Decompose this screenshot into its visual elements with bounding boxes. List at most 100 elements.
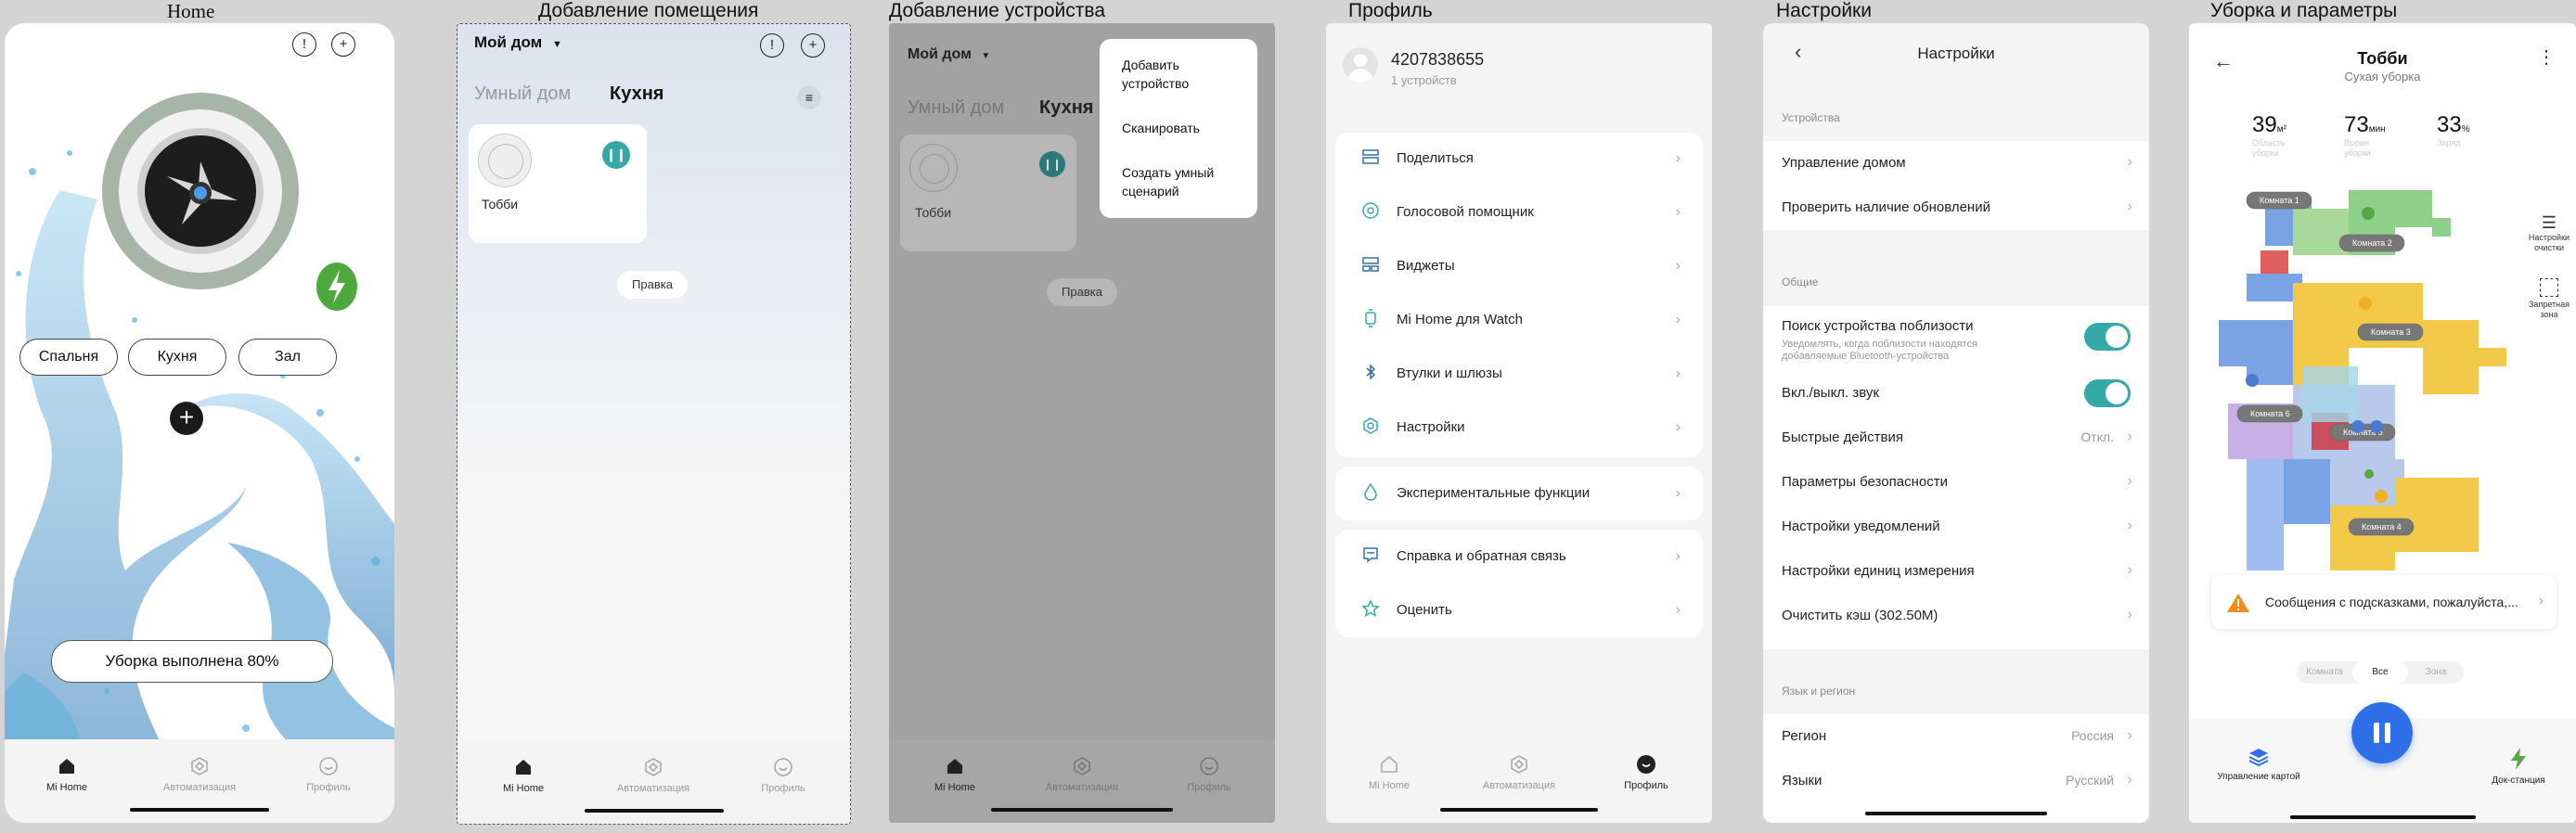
nav-label: Автоматизация (162, 782, 237, 793)
mode-subtitle: Сухая уборка (2344, 70, 2421, 83)
row-security[interactable]: Параметры безопасности › (1763, 460, 2149, 505)
menu-scan[interactable]: Сканировать (1122, 119, 1243, 137)
charge-button[interactable] (316, 263, 357, 311)
row-share[interactable]: Поделиться › (1341, 132, 1697, 186)
pause-button[interactable]: ❙❙ (602, 141, 630, 169)
nav-profile[interactable]: Профиль (287, 756, 370, 793)
no-go-zone-icon (2540, 278, 2558, 297)
map-manage-button[interactable]: Управление картой (2208, 747, 2310, 782)
menu-icon[interactable]: ≡ (797, 85, 821, 109)
avatar[interactable] (1343, 47, 1378, 83)
row-notifications[interactable]: Настройки уведомлений › (1763, 505, 2149, 549)
add-menu: Добавить устройство Сканировать Создать … (1100, 39, 1257, 218)
chevron-right-icon: › (2127, 154, 2132, 170)
row-languages[interactable]: Языки Русский › (1763, 759, 2149, 803)
row-experimental[interactable]: Экспериментальные функции › (1341, 467, 1697, 520)
nav-mi-home[interactable]: Mi Home (1347, 754, 1431, 791)
home-indicator (991, 808, 1173, 812)
nav-automation[interactable]: Автоматизация (612, 757, 695, 794)
tool-no-go-zone[interactable]: Запретная зона (2521, 278, 2576, 320)
row-widgets[interactable]: Виджеты › (1341, 239, 1697, 293)
hint-banner[interactable]: Сообщения с подсказками, пожалуйста,... … (2211, 575, 2557, 629)
room-button-living[interactable]: Зал (238, 339, 337, 376)
tab-smart-home[interactable]: Умный дом (474, 83, 571, 105)
row-help[interactable]: Справка и обратная связь › (1341, 530, 1697, 583)
room-button-kitchen[interactable]: Кухня (128, 339, 226, 376)
home-name: Мой дом (908, 46, 972, 62)
room-button-bedroom[interactable]: Спальня (19, 339, 118, 376)
nav-mi-home[interactable]: Mi Home (25, 756, 109, 793)
feedback-icon (1363, 547, 1378, 563)
nearby-toggle[interactable] (2084, 323, 2131, 351)
row-nearby: Поиск устройства поблизости Уведомлять, … (1763, 306, 2149, 367)
add-icon[interactable]: + (331, 32, 355, 57)
home-indicator (1440, 808, 1598, 812)
home-selector[interactable]: Мой дом ▼ (474, 33, 562, 52)
tab-smart-home[interactable]: Умный дом (908, 97, 1004, 119)
chevron-right-icon: › (1675, 150, 1681, 166)
device-card[interactable]: ❙❙ Тобби (469, 124, 647, 243)
row-units[interactable]: Настройки единиц измерения › (1763, 549, 2149, 594)
home-indicator (1865, 812, 2047, 815)
edit-button[interactable]: Правка (617, 271, 688, 299)
add-icon[interactable]: + (801, 33, 825, 58)
stat-unit: % (2461, 124, 2470, 135)
caption-profile: Профиль (1348, 0, 1433, 21)
dock-button[interactable]: Док-станция (2467, 747, 2570, 786)
row-manage-home[interactable]: Управление домом › (1763, 141, 2149, 186)
nav-automation[interactable]: Автоматизация (1040, 756, 1124, 793)
bottom-nav: Mi Home Автоматизация Профиль (457, 740, 850, 824)
cleaning-screen: ← Тобби Сухая уборка ⋮ 39м² Область убор… (2189, 23, 2576, 823)
menu-add-device[interactable]: Добавить устройство (1122, 56, 1243, 93)
device-card[interactable]: ❙❙ Тобби (900, 135, 1076, 251)
nav-profile[interactable]: Профиль (1167, 756, 1251, 793)
row-description: Уведомлять, когда поблизости находятся д… (1782, 339, 1977, 362)
chevron-right-icon: › (2127, 199, 2132, 214)
caret-down-icon: ▼ (551, 39, 562, 50)
row-label: Проверить наличие обновлений (1782, 199, 1990, 215)
row-region[interactable]: Регион Россия › (1763, 714, 2149, 759)
tab-kitchen[interactable]: Кухня (1039, 97, 1093, 119)
home-indicator (130, 808, 269, 812)
pause-button[interactable] (2351, 702, 2413, 763)
row-rate[interactable]: Оценить › (1341, 583, 1697, 637)
add-room-screen: Мой дом ▼ ! + Умный дом Кухня ≡ ❙❙ Тобби… (457, 23, 851, 825)
info-icon[interactable]: ! (760, 33, 784, 58)
nav-automation[interactable]: Автоматизация (1477, 754, 1561, 791)
stat-unit: м² (2276, 124, 2286, 135)
map-room-label: Комната 6 (2250, 409, 2290, 418)
info-icon[interactable]: ! (292, 32, 316, 57)
tool-cleaning-settings[interactable]: ☰ Настройки очистки (2521, 213, 2576, 253)
row-watch[interactable]: Mi Home для Watch › (1341, 293, 1697, 347)
sound-toggle[interactable] (2084, 379, 2131, 407)
row-quick-actions[interactable]: Быстрые действия Откл. › (1763, 416, 2149, 460)
user-id[interactable]: 4207838655 (1391, 50, 1484, 70)
nav-profile[interactable]: Профиль (1604, 754, 1688, 791)
nav-profile[interactable]: Профиль (741, 757, 825, 794)
row-hubs[interactable]: Втулки и шлюзы › (1341, 347, 1697, 401)
map-room-label: Комната 3 (2371, 327, 2411, 337)
automation-icon (189, 756, 210, 776)
nav-automation[interactable]: Автоматизация (158, 756, 241, 793)
nav-mi-home[interactable]: Mi Home (913, 756, 997, 793)
row-label: Быстрые действия (1782, 429, 1903, 445)
more-icon[interactable]: ⋮ (2537, 48, 2556, 67)
nav-mi-home[interactable]: Mi Home (482, 757, 565, 794)
row-clear-cache[interactable]: Очистить кэш (302.50M) › (1763, 594, 2149, 638)
tab-kitchen[interactable]: Кухня (610, 83, 663, 105)
row-label: Регион (1782, 728, 1827, 744)
home-selector[interactable]: Мой дом ▼ (908, 46, 990, 63)
edit-button[interactable]: Правка (1047, 278, 1117, 306)
add-room-button[interactable]: + (170, 402, 203, 435)
mode-all[interactable]: Все (2352, 661, 2408, 684)
settings-screen: ‹ Настройки Устройства Управление домом ›… (1763, 23, 2149, 823)
pause-button[interactable]: ❙❙ (1039, 151, 1065, 177)
row-voice-assistant[interactable]: Голосовой помощник › (1341, 186, 1697, 239)
mode-room[interactable]: Комната (2297, 667, 2352, 677)
lightning-icon (328, 270, 345, 303)
mode-zone[interactable]: Зона (2408, 667, 2464, 677)
menu-create-scene[interactable]: Создать умный сценарий (1122, 163, 1243, 200)
row-check-updates[interactable]: Проверить наличие обновлений › (1763, 186, 2149, 230)
floor-map[interactable]: Комната 1 Комната 2 Комната 3 Комната 5 … (2209, 181, 2506, 580)
row-settings[interactable]: Настройки › (1341, 401, 1697, 455)
